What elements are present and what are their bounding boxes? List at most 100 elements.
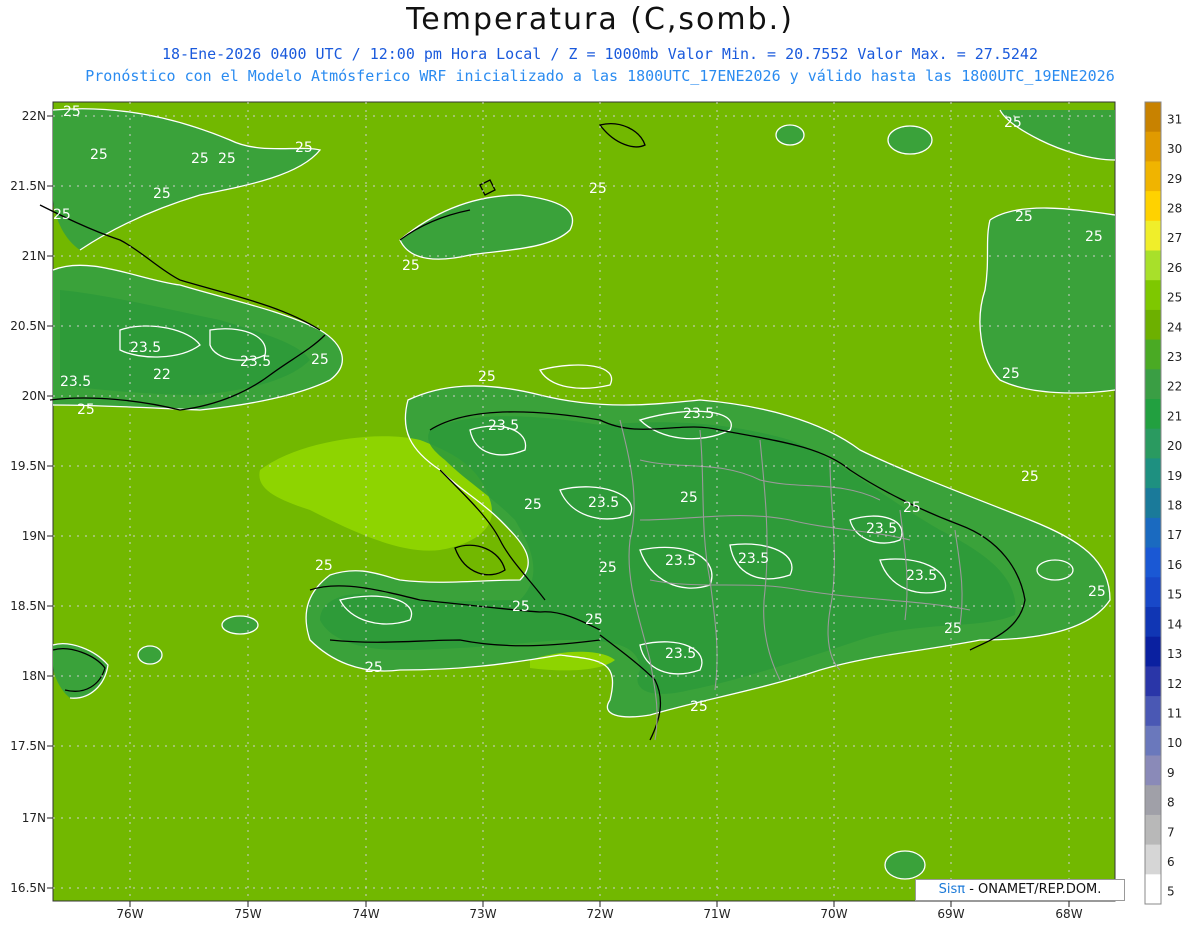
contour-label: 25	[77, 402, 95, 418]
lat-label: 20N	[22, 389, 46, 403]
lon-label: 68W	[1055, 907, 1082, 921]
colorbar-swatch	[1145, 339, 1161, 370]
contour-label: 25	[1002, 366, 1020, 382]
contour-label: 25	[944, 621, 962, 637]
colorbar-label: 10	[1167, 736, 1182, 750]
colorbar-swatch	[1145, 309, 1161, 341]
contour-label: 25	[1004, 115, 1022, 131]
contour-label: 25	[690, 699, 708, 715]
contour-label: 25	[1088, 584, 1106, 600]
colorbar-label: 25	[1167, 291, 1182, 305]
colorbar-swatch	[1145, 399, 1161, 430]
contour-label: 25	[365, 660, 383, 676]
colorbar-swatch	[1145, 220, 1161, 251]
colorbar-swatch	[1145, 725, 1161, 756]
lat-label: 22N	[22, 109, 46, 123]
lat-label: 18N	[22, 669, 46, 683]
contour-label: 25	[599, 560, 617, 576]
lon-label: 73W	[469, 907, 496, 921]
contour-label: 25	[512, 599, 530, 615]
contour-label: 25	[218, 151, 236, 167]
colorbar-label: 19	[1167, 469, 1182, 483]
contour-label: 25	[478, 369, 496, 385]
latitude-ticks	[47, 115, 53, 889]
lat-label: 17.5N	[10, 739, 46, 753]
colorbar-label: 28	[1167, 202, 1182, 216]
colorbar-label: 20	[1167, 439, 1182, 453]
colorbar-label: 7	[1167, 825, 1175, 839]
colorbar-swatch	[1145, 102, 1161, 133]
lat-label: 19.5N	[10, 459, 46, 473]
contour-label: 25	[903, 500, 921, 516]
lat-label: 19N	[22, 529, 46, 543]
lon-label: 76W	[116, 907, 143, 921]
credit-text: - ONAMET/REP.DOM.	[965, 882, 1102, 897]
colorbar-label: 17	[1167, 528, 1182, 542]
colorbar-swatch	[1145, 636, 1161, 667]
colorbar-swatch	[1145, 874, 1161, 905]
lon-label: 69W	[937, 907, 964, 921]
colorbar-swatch	[1145, 428, 1161, 459]
colorbar-swatch	[1145, 250, 1161, 281]
contour-label: 23.5	[665, 553, 696, 569]
contour-label: 25	[1085, 229, 1103, 245]
contour-label: 25	[191, 151, 209, 167]
colorbar: 31 30 29 28 27 26 25 24 23 22 21 20 19 18 17 16 15 14 13 12…	[1144, 101, 1182, 905]
lat-label: 21N	[22, 249, 46, 263]
colorbar-label: 21	[1167, 409, 1182, 423]
colorbar-label: 26	[1167, 261, 1182, 275]
contour-label: 23.5	[665, 646, 696, 662]
contour-label: 23.5	[866, 521, 897, 537]
lon-label: 72W	[586, 907, 613, 921]
contour-label: 22	[153, 367, 171, 383]
contour-label: 23.5	[488, 418, 519, 434]
latitude-labels: 22N 21.5N 21N 20.5N 20N 19.5N 19N 18.5N …	[10, 109, 46, 895]
contour-label: 25	[153, 186, 171, 202]
colorbar-label: 30	[1167, 142, 1182, 156]
colorbar-swatch	[1145, 369, 1161, 400]
contour-label: 25	[90, 147, 108, 163]
colorbar-label: 31	[1167, 112, 1182, 126]
contour-label: 23.5	[60, 374, 91, 390]
contour-label: 25	[524, 497, 542, 513]
colorbar-swatch	[1145, 607, 1161, 638]
colorbar-swatch	[1145, 547, 1161, 578]
contour-label: 23.5	[588, 495, 619, 511]
colorbar-swatch	[1145, 755, 1161, 786]
colorbar-swatch	[1145, 161, 1161, 192]
contour-label: 25	[680, 490, 698, 506]
colorbar-label: 23	[1167, 350, 1182, 364]
colorbar-swatch	[1145, 577, 1161, 608]
contour-label: 25	[589, 181, 607, 197]
contour-label: 23.5	[683, 406, 714, 422]
colorbar-swatch	[1145, 191, 1161, 222]
lat-label: 21.5N	[10, 179, 46, 193]
colorbar-label: 22	[1167, 380, 1182, 394]
lat-label: 20.5N	[10, 319, 46, 333]
colorbar-label: 13	[1167, 647, 1182, 661]
colorbar-swatch	[1145, 488, 1161, 519]
contour-label: 25	[402, 258, 420, 274]
lat-label: 17N	[22, 811, 46, 825]
longitude-ticks	[129, 901, 1070, 907]
sispi-logo-text: Sisπ	[938, 882, 966, 897]
colorbar-swatch	[1145, 844, 1161, 875]
contour-label: 25	[295, 140, 313, 156]
lon-label: 74W	[352, 907, 379, 921]
colorbar-label: 12	[1167, 677, 1182, 691]
colorbar-label: 15	[1167, 588, 1182, 602]
lon-label: 71W	[703, 907, 730, 921]
colorbar-label: 29	[1167, 172, 1182, 186]
contour-label: 23.5	[240, 354, 271, 370]
colorbar-swatch	[1145, 814, 1161, 846]
longitude-labels: 76W 75W 74W 73W 72W 71W 70W 69W 68W	[116, 907, 1082, 921]
colorbar-swatch	[1145, 280, 1161, 311]
colorbar-swatch	[1145, 696, 1161, 727]
colorbar-label: 14	[1167, 617, 1182, 631]
lat-label: 18.5N	[10, 599, 46, 613]
contour-label: 25	[315, 558, 333, 574]
colorbar-label: 18	[1167, 499, 1182, 513]
colorbar-swatch	[1145, 517, 1161, 549]
contour-label: 23.5	[130, 340, 161, 356]
contour-label: 23.5	[906, 568, 937, 584]
